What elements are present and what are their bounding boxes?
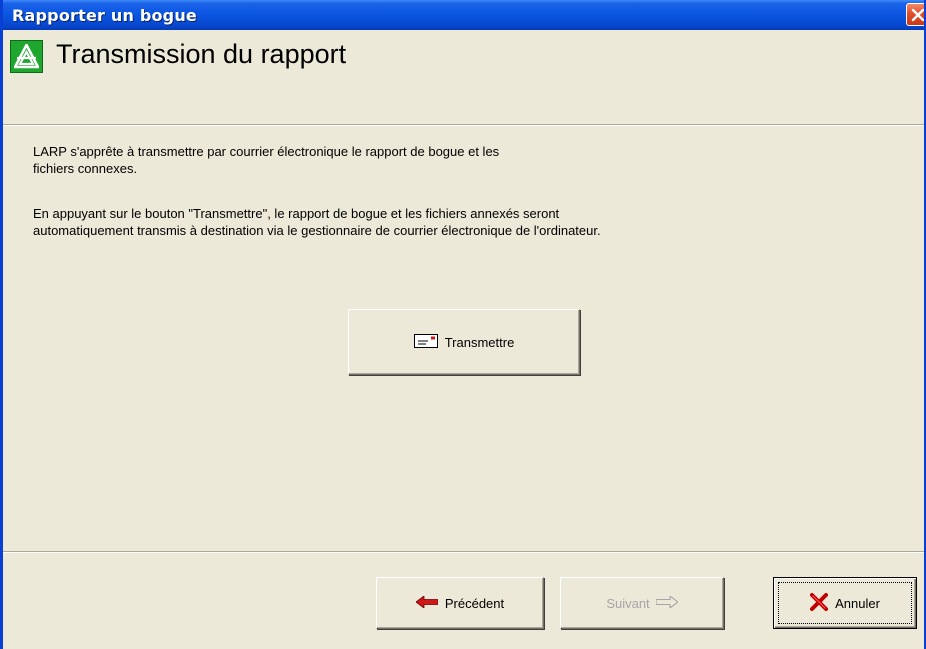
intro-line-1: LARP s'apprête à transmettre par courrie… xyxy=(33,144,500,159)
cancel-button[interactable]: Annuler xyxy=(773,577,917,629)
wizard-header: Transmission du rapport xyxy=(3,30,924,126)
close-button[interactable] xyxy=(906,3,924,26)
title-bar[interactable]: Rapporter un bogue xyxy=(3,0,924,30)
intro-paragraph: LARP s'apprête à transmettre par courrie… xyxy=(33,143,499,177)
previous-label: Précédent xyxy=(444,595,505,611)
larp-logo-icon xyxy=(10,40,43,73)
previous-button[interactable]: Précédent xyxy=(376,577,544,629)
instruction-line-1: En appuyant sur le bouton "Transmettre",… xyxy=(33,206,560,221)
instruction-paragraph: En appuyant sur le bouton "Transmettre",… xyxy=(33,205,601,239)
arrow-right-icon xyxy=(655,594,679,611)
next-button[interactable]: Suivant xyxy=(560,577,724,629)
footer-divider xyxy=(3,551,924,553)
arrow-left-icon xyxy=(415,594,439,611)
focus-rectangle xyxy=(778,582,912,624)
window-title: Rapporter un bogue xyxy=(12,6,197,25)
transmit-label: Transmettre xyxy=(444,334,515,350)
page-title: Transmission du rapport xyxy=(56,39,347,69)
envelope-icon xyxy=(413,333,438,351)
next-label: Suivant xyxy=(606,595,650,611)
close-icon xyxy=(911,8,924,22)
bug-report-dialog: Rapporter un bogue Transmission du rappo… xyxy=(0,0,926,649)
intro-line-2: fichiers connexes. xyxy=(33,161,138,176)
instruction-line-2: automatiquement transmis à destination v… xyxy=(33,223,601,238)
transmit-button[interactable]: Transmettre xyxy=(348,309,580,375)
header-divider xyxy=(3,124,924,126)
